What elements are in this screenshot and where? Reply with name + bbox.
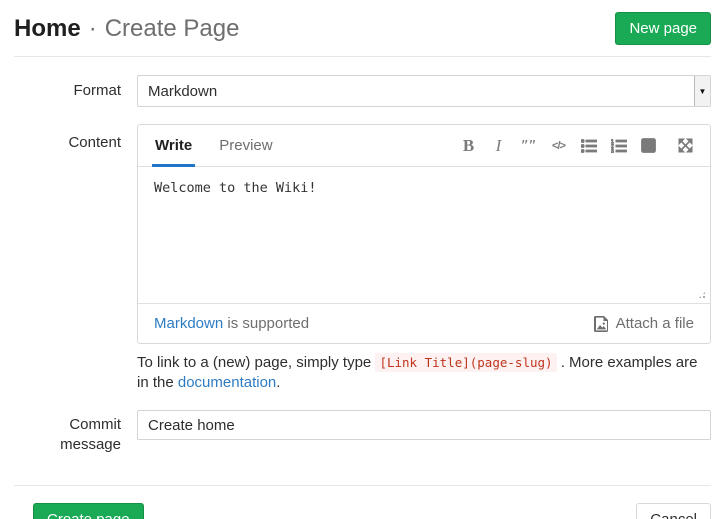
tab-write[interactable]: Write	[154, 125, 193, 166]
cancel-button[interactable]: Cancel	[636, 503, 711, 519]
page-title-home: Home	[14, 15, 81, 43]
documentation-link[interactable]: documentation	[178, 374, 276, 391]
page-title: Home · Create Page	[14, 15, 239, 43]
content-row: Content Write Preview B I ”” </>	[14, 124, 711, 344]
content-textarea[interactable]: Welcome to the Wiki!	[138, 167, 710, 303]
format-row: Format Markdown ▼	[14, 75, 711, 107]
link-hint-text: To link to a (new) page, simply type [Li…	[137, 353, 711, 393]
numbered-list-icon[interactable]: 1 2 3	[610, 137, 627, 155]
new-page-button[interactable]: New page	[615, 12, 711, 45]
editor-body: Welcome to the Wiki!	[138, 167, 710, 303]
page-header: Home · Create Page New page	[14, 0, 711, 57]
bold-icon[interactable]: B	[460, 137, 477, 155]
task-list-icon[interactable]	[640, 137, 657, 155]
tab-preview[interactable]: Preview	[218, 125, 273, 166]
editor-footer: Markdown is supported Attach a file	[138, 303, 710, 343]
commit-message-label: Commit message	[14, 410, 121, 455]
commit-message-input[interactable]	[137, 410, 711, 440]
format-select[interactable]: Markdown	[137, 75, 711, 107]
commit-row: Commit message	[14, 410, 711, 455]
attach-file-icon	[594, 316, 609, 332]
markdown-editor: Write Preview B I ”” </>	[137, 124, 711, 344]
page-title-subtitle: Create Page	[105, 15, 240, 43]
svg-text:3: 3	[611, 149, 614, 153]
attach-a-file-button[interactable]: Attach a file	[594, 315, 694, 332]
attach-a-file-label: Attach a file	[616, 315, 694, 332]
italic-icon[interactable]: I	[490, 137, 507, 155]
link-syntax-code: [Link Title](page-slug)	[375, 353, 556, 372]
markdown-help-link[interactable]: Markdown	[154, 315, 223, 332]
bulleted-list-icon[interactable]	[580, 137, 597, 155]
editor-toolbar: B I ”” </> 1 2	[460, 125, 694, 166]
format-label: Format	[14, 75, 121, 107]
wiki-create-page: Home · Create Page New page Format Markd…	[0, 0, 725, 519]
create-page-button[interactable]: Create page	[33, 503, 144, 519]
page-title-separator: ·	[89, 15, 97, 43]
quote-icon[interactable]: ””	[520, 137, 537, 155]
form-actions: Create page Cancel	[14, 485, 711, 519]
content-label: Content	[14, 124, 121, 344]
code-icon[interactable]: </>	[550, 137, 567, 155]
editor-tab-bar: Write Preview B I ”” </>	[138, 125, 710, 167]
hint-row: To link to a (new) page, simply type [Li…	[14, 353, 711, 393]
format-select-wrap: Markdown ▼	[137, 75, 711, 107]
markdown-supported-text: Markdown is supported	[154, 315, 309, 332]
fullscreen-icon[interactable]	[677, 137, 694, 155]
